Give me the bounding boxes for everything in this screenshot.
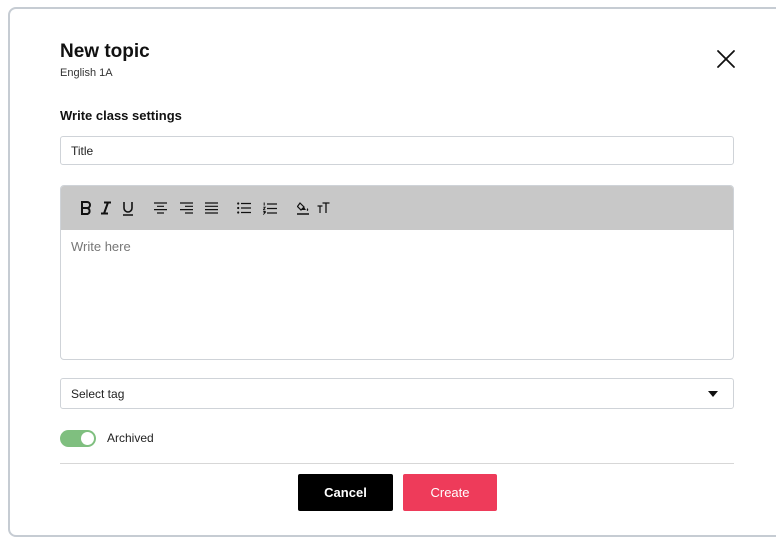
highlight-icon <box>296 202 309 215</box>
caret-down-icon <box>708 391 718 397</box>
bullet-list-button[interactable] <box>237 199 251 217</box>
cancel-button[interactable]: Cancel <box>298 474 393 511</box>
align-justify-button[interactable] <box>204 199 218 217</box>
bold-icon <box>81 201 91 215</box>
footer-divider <box>60 463 734 464</box>
close-icon <box>717 50 735 68</box>
align-center-icon <box>153 202 167 214</box>
editor-content[interactable]: Write here <box>71 238 721 348</box>
align-right-button[interactable] <box>179 199 193 217</box>
underline-icon <box>123 201 133 216</box>
italic-icon <box>101 201 111 215</box>
modal-subtitle: English 1A <box>60 67 113 79</box>
align-center-button[interactable] <box>153 199 167 217</box>
section-label: Write class settings <box>60 108 182 123</box>
font-size-icon <box>317 202 329 213</box>
highlight-button[interactable] <box>296 199 310 217</box>
numbered-list-button[interactable] <box>263 199 277 217</box>
underline-button[interactable] <box>121 199 135 217</box>
numbered-list-icon <box>263 202 277 215</box>
font-size-button[interactable] <box>316 199 330 217</box>
toggle-knob <box>81 432 94 445</box>
tag-select-value: Select tag <box>71 387 125 401</box>
align-justify-icon <box>204 202 218 214</box>
title-input[interactable] <box>60 136 734 165</box>
italic-button[interactable] <box>99 199 113 217</box>
align-right-icon <box>179 202 193 214</box>
bold-button[interactable] <box>79 199 93 217</box>
archived-toggle[interactable] <box>60 430 96 447</box>
tag-select[interactable]: Select tag <box>60 378 734 409</box>
bullet-list-icon <box>237 202 251 214</box>
create-button[interactable]: Create <box>403 474 497 511</box>
rich-text-editor: Write here <box>60 185 734 360</box>
modal-title: New topic <box>60 41 150 62</box>
close-button[interactable] <box>715 48 737 70</box>
editor-toolbar <box>61 186 733 230</box>
archived-label: Archived <box>107 431 154 445</box>
